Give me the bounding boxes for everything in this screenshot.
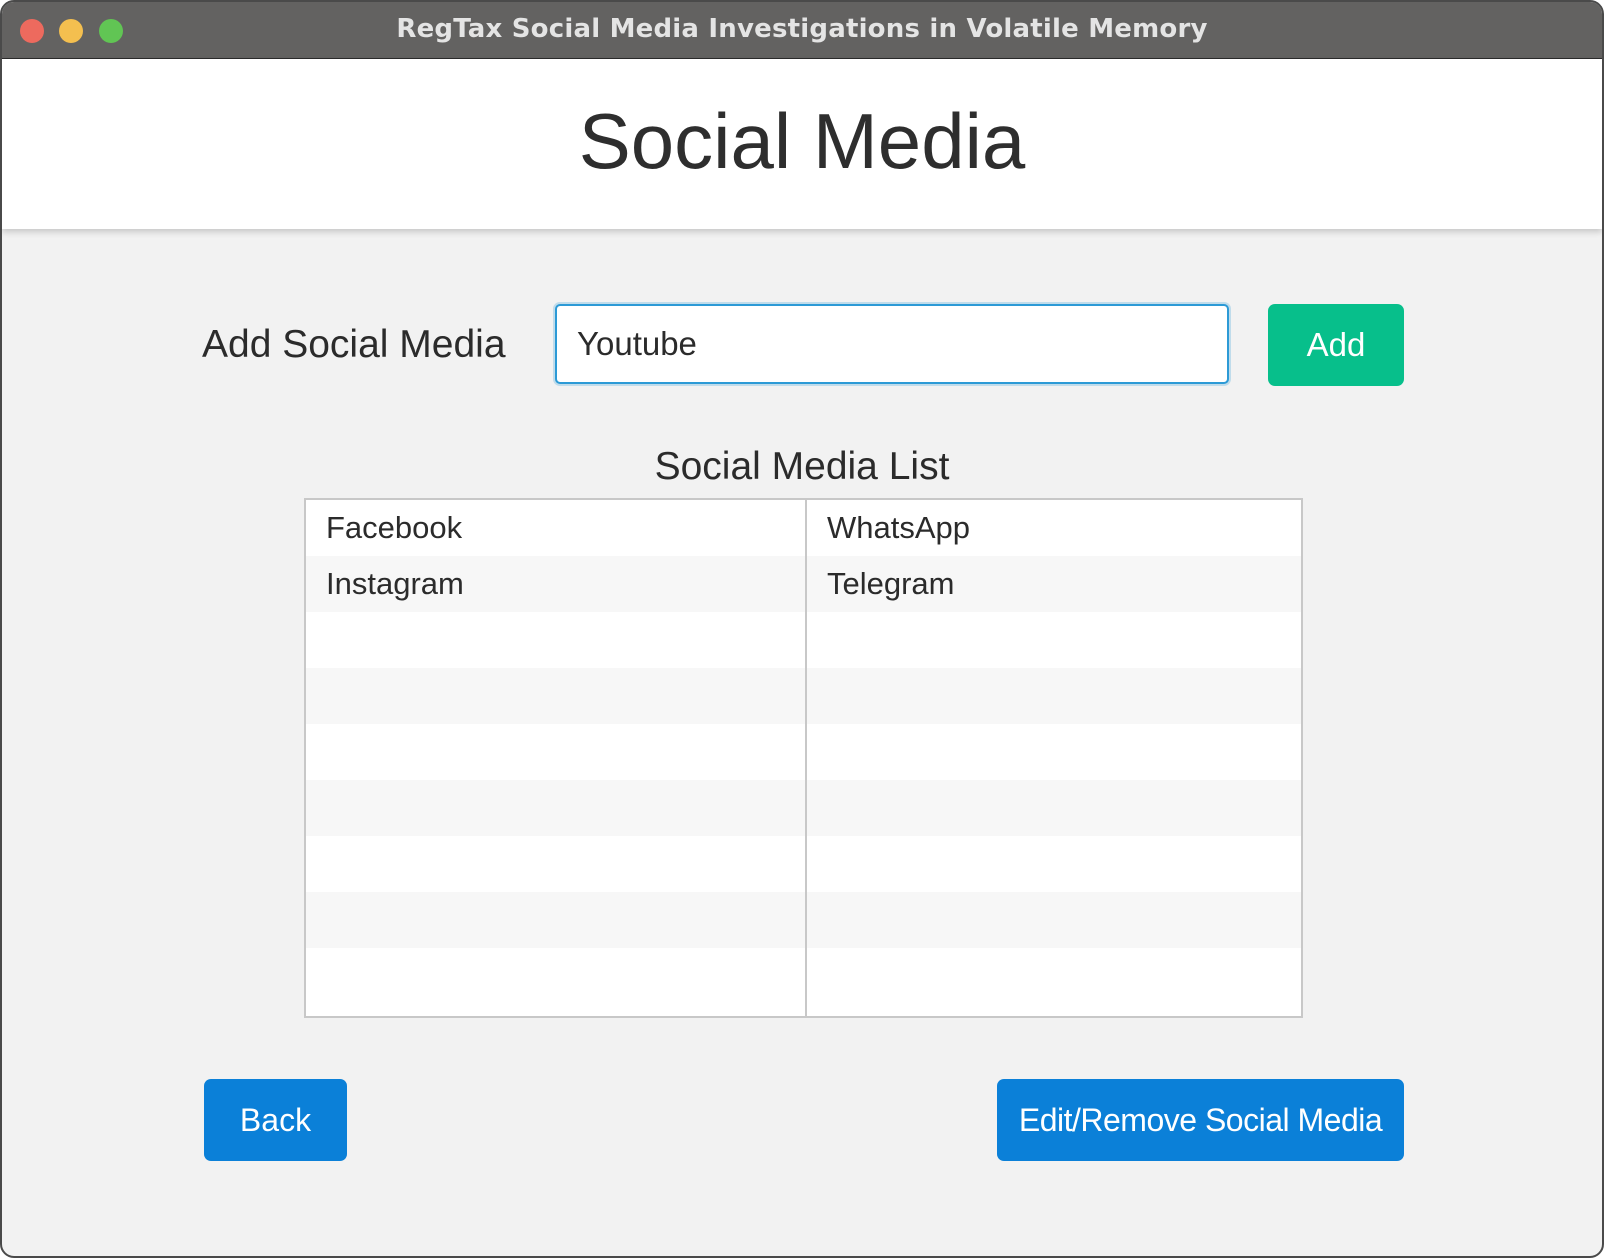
social-media-list-title: Social Media List xyxy=(654,445,950,488)
list-item[interactable]: WhatsApp xyxy=(807,500,1301,556)
list-item[interactable]: Instagram xyxy=(306,556,805,612)
list-item[interactable] xyxy=(306,892,805,948)
list-item[interactable] xyxy=(306,668,805,724)
add-social-media-label: Add Social Media xyxy=(202,323,506,366)
list-item[interactable]: Facebook xyxy=(306,500,805,556)
page-title: Social Media xyxy=(578,97,1026,185)
list-item[interactable] xyxy=(807,724,1301,780)
app-window: RegTax Social Media Investigations in Vo… xyxy=(0,0,1604,1258)
list-item[interactable] xyxy=(306,836,805,892)
social-media-input[interactable] xyxy=(555,304,1229,384)
list-item[interactable]: Telegram xyxy=(807,556,1301,612)
window-title: RegTax Social Media Investigations in Vo… xyxy=(396,14,1208,44)
list-item[interactable] xyxy=(807,948,1301,1004)
list-item[interactable] xyxy=(807,836,1301,892)
list-item[interactable] xyxy=(807,780,1301,836)
add-button[interactable]: Add xyxy=(1268,304,1404,386)
edit-remove-social-media-button[interactable]: Edit/Remove Social Media xyxy=(997,1079,1404,1161)
list-column-left: Facebook Instagram xyxy=(306,500,807,1016)
social-media-list[interactable]: Facebook Instagram WhatsApp Telegram xyxy=(304,498,1303,1018)
list-item[interactable] xyxy=(306,780,805,836)
list-column-right: WhatsApp Telegram xyxy=(807,500,1301,1016)
list-item[interactable] xyxy=(807,668,1301,724)
title-bar[interactable]: RegTax Social Media Investigations in Vo… xyxy=(2,2,1602,59)
list-item[interactable] xyxy=(306,724,805,780)
list-item[interactable] xyxy=(306,612,805,668)
list-item[interactable] xyxy=(306,948,805,1004)
back-button[interactable]: Back xyxy=(204,1079,347,1161)
list-item[interactable] xyxy=(807,892,1301,948)
list-item[interactable] xyxy=(807,612,1301,668)
page-header: Social Media xyxy=(2,59,1602,229)
